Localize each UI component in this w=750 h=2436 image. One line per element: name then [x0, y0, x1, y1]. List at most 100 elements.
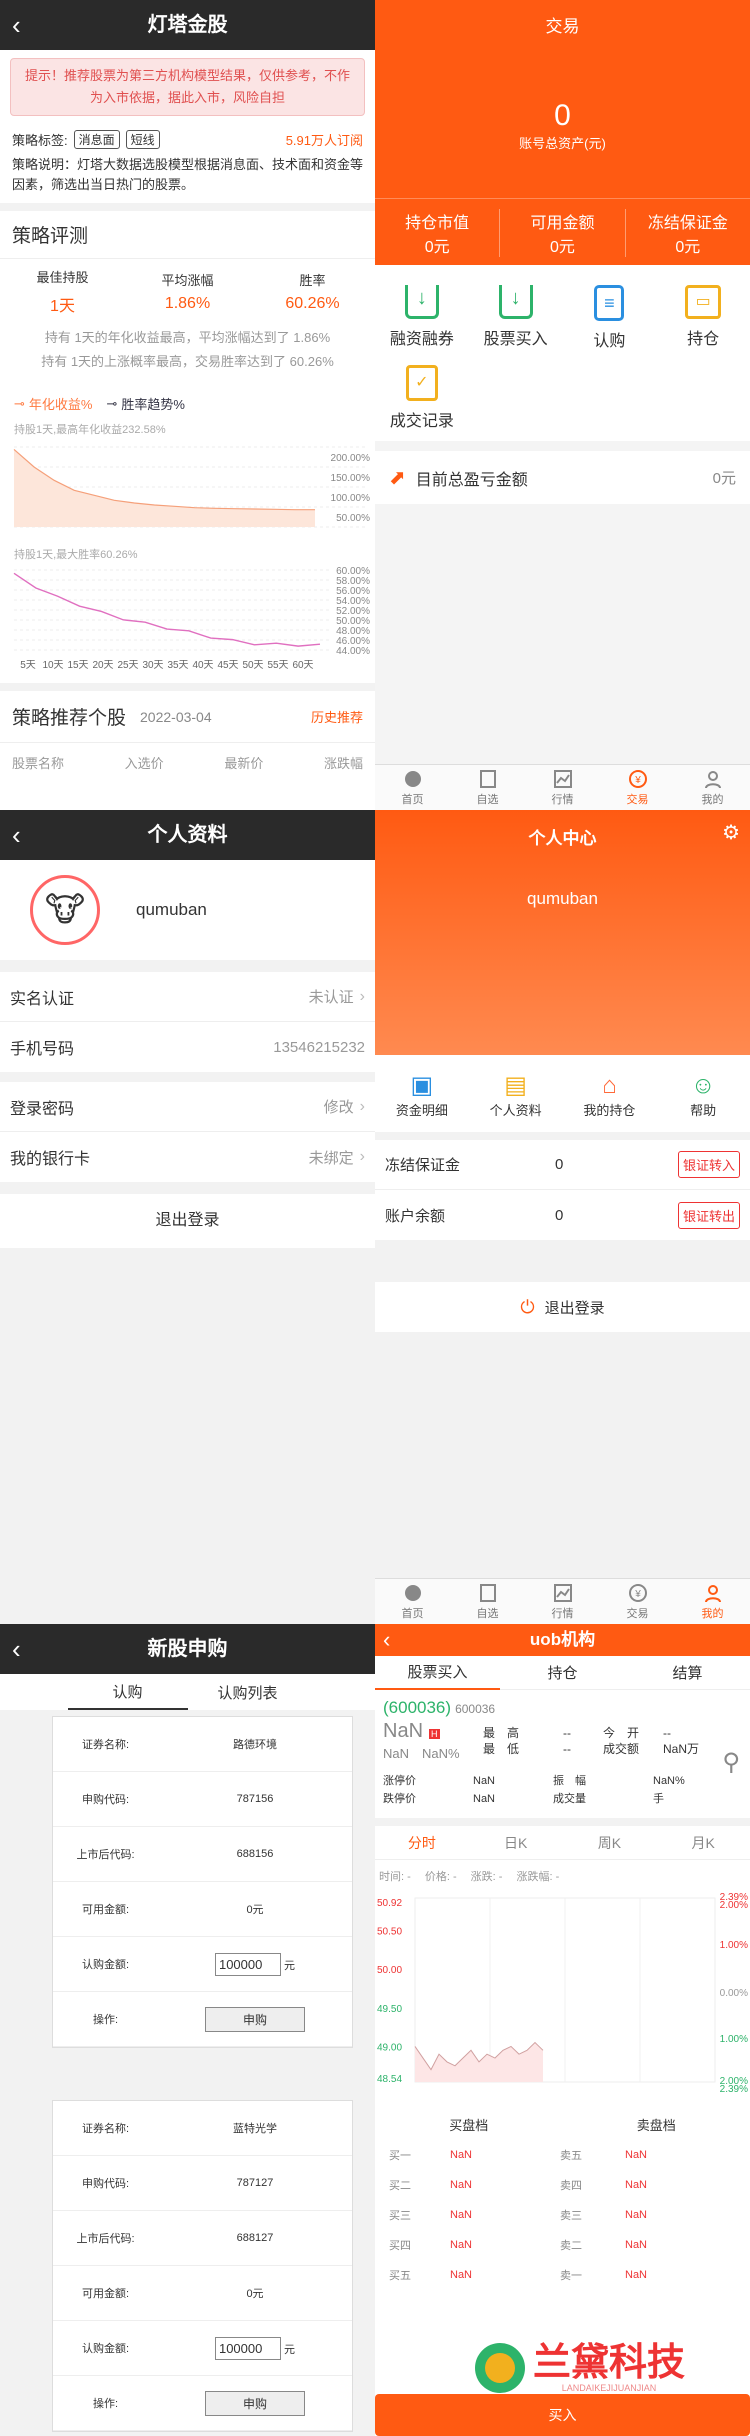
- x-tick-label: 40天: [192, 660, 213, 671]
- menu-margin[interactable]: ↓ 融资融券: [375, 285, 469, 351]
- row-value: 0: [555, 1156, 564, 1173]
- row-label: 账户余额: [385, 1207, 446, 1225]
- menu-holdings[interactable]: ⌂ 我的持仓: [563, 1072, 657, 1120]
- tab-home[interactable]: 首页: [375, 765, 450, 810]
- menu-subscribe[interactable]: ≡ 认购: [563, 285, 657, 351]
- user-icon: [704, 1585, 721, 1603]
- tab-buy[interactable]: 股票买入: [375, 1655, 500, 1690]
- tag[interactable]: 消息面: [73, 130, 120, 149]
- transfer-in-button[interactable]: 银证转入: [677, 1151, 740, 1178]
- stock-price: NaN: [383, 1720, 424, 1742]
- asset-value: 0元: [675, 239, 701, 256]
- tab-market[interactable]: 行情: [525, 1579, 600, 1624]
- bid-level: 买一: [389, 2150, 411, 2162]
- trade-panel: 交易 0 账号总资产(元) 持仓市值 0元 可用金额 0元 冻结保证金 0元 ↓ 融资融…: [375, 0, 750, 810]
- legend-icon: ⊸: [14, 395, 25, 411]
- field-label: 申购代码:: [81, 2178, 130, 2190]
- transfer-out-button[interactable]: 银证转出: [677, 1201, 740, 1229]
- chevron-right-icon: ›: [359, 1148, 365, 1165]
- profile-row[interactable]: 我的银行卡 未绑定 ›: [0, 1132, 375, 1182]
- x-tick-label: 20天: [92, 660, 113, 671]
- ask-level: 卖三: [560, 2210, 582, 2222]
- tab-intraday[interactable]: 分时: [375, 1833, 469, 1853]
- pct-tick-label: 2.39%: [720, 2084, 748, 2092]
- tab-watchlist[interactable]: 自选: [450, 1579, 525, 1624]
- field-value: 688156: [236, 1848, 274, 1860]
- menu-holdings[interactable]: ▭ 持仓: [656, 285, 750, 351]
- legend-item[interactable]: 年化收益%: [29, 394, 93, 413]
- tab-monthly[interactable]: 月K: [656, 1833, 750, 1853]
- field-label: 操作:: [92, 2398, 119, 2410]
- y-tick-label: 50.00%: [336, 513, 370, 524]
- tab-label: 交易: [626, 794, 649, 806]
- username: qumuban: [136, 900, 207, 919]
- ask-price: NaN: [625, 2149, 648, 2161]
- profile-row[interactable]: 登录密码 修改 ›: [0, 1082, 375, 1132]
- menu-buy[interactable]: ↓ 股票买入: [469, 285, 563, 351]
- logout-button[interactable]: 退出登录: [0, 1194, 375, 1248]
- tab-label: 自选: [476, 1608, 499, 1620]
- legend-item[interactable]: 胜率趋势%: [121, 394, 185, 413]
- tab-watchlist[interactable]: 自选: [450, 765, 525, 810]
- ipo-field: 上市后代码: 688156: [53, 1827, 352, 1882]
- x-tick-label: 5天: [20, 660, 36, 671]
- tab-trade[interactable]: ¥ 交易: [600, 765, 675, 810]
- subscribe-button[interactable]: 申购: [205, 2006, 305, 2032]
- document-check-icon: ✓: [405, 365, 438, 401]
- tab-trade[interactable]: ¥ 交易: [600, 1579, 675, 1624]
- amount-input[interactable]: 100000: [214, 2336, 281, 2360]
- chart-icon: [553, 1584, 572, 1602]
- back-icon[interactable]: ‹: [12, 0, 21, 50]
- clipboard-icon: ≡: [594, 285, 625, 321]
- back-icon[interactable]: ‹: [12, 1624, 21, 1674]
- tag[interactable]: 短线: [125, 130, 160, 149]
- menu-funds[interactable]: ▣ 资金明细: [375, 1071, 469, 1120]
- order-book-row: 买二 NaN 卖四 NaN: [375, 2170, 750, 2200]
- chart-icon: [553, 770, 572, 788]
- ipo-card: 证券名称: 蓝特光学 申购代码: 787127 上市后代码: 688127 可用金额: 0元认…: [52, 2100, 353, 2432]
- user-center-panel: 个人中心 ⚙ qumuban ▣ 资金明细 ▤ 个人资料 ⌂ 我的持仓 ☺ 帮助 冻结保…: [375, 810, 750, 1624]
- download-icon: ↓: [498, 285, 533, 319]
- stat-value: 1.86%: [164, 295, 211, 312]
- field-value: 0元: [246, 2288, 264, 2300]
- back-icon[interactable]: ‹: [12, 810, 21, 860]
- help-icon: ☺: [690, 1071, 716, 1099]
- field-label: 可用金额:: [81, 1904, 130, 1916]
- pct-tick-label: 1.00%: [720, 2034, 748, 2045]
- history-link[interactable]: 历史推荐: [311, 707, 363, 726]
- order-book-row: 买四 NaN 卖二 NaN: [375, 2230, 750, 2260]
- search-icon[interactable]: ⚲: [722, 1748, 740, 1777]
- logout-button[interactable]: ⏻ 退出登录: [375, 1282, 750, 1332]
- svg-text:¥: ¥: [634, 775, 641, 786]
- amount-input[interactable]: 100000: [214, 1952, 281, 1976]
- row-label: 登录密码: [10, 1100, 75, 1118]
- profile-row[interactable]: 实名认证 未认证 ›: [0, 972, 375, 1022]
- tab-home[interactable]: 首页: [375, 1579, 450, 1624]
- svg-text:¥: ¥: [634, 1589, 641, 1600]
- x-tick-label: 30天: [142, 660, 163, 671]
- tab-subscribe[interactable]: 认购: [67, 1675, 188, 1710]
- ipo-field: 操作: 申购: [53, 1992, 352, 2047]
- tab-mine[interactable]: 我的: [675, 765, 750, 810]
- intraday-chart: 50.92 50.50 50.00 49.50 49.00 48.54 2.39% 2.00%…: [377, 1892, 748, 2095]
- menu-help[interactable]: ☺ 帮助: [656, 1072, 750, 1120]
- section-title: 策略推荐个股: [12, 708, 127, 729]
- gear-icon[interactable]: ⚙: [722, 820, 740, 845]
- tab-market[interactable]: 行情: [525, 765, 600, 810]
- ipo-field: 操作: 申购: [53, 2376, 352, 2431]
- tab-daily[interactable]: 日K: [469, 1833, 563, 1853]
- field-value: 787127: [236, 2177, 274, 2189]
- subscribe-button[interactable]: 申购: [205, 2390, 305, 2416]
- tab-settlement[interactable]: 结算: [625, 1662, 750, 1683]
- buy-button[interactable]: 买入: [375, 2394, 750, 2436]
- row-label: 实名认证: [10, 990, 75, 1008]
- tab-mine[interactable]: 我的: [675, 1579, 750, 1624]
- back-icon[interactable]: ‹: [383, 1624, 390, 1656]
- tab-subscribe-list[interactable]: 认购列表: [188, 1676, 308, 1709]
- tab-holdings[interactable]: 持仓: [500, 1662, 625, 1683]
- menu-profile[interactable]: ▤ 个人资料: [469, 1071, 563, 1120]
- menu-records[interactable]: ✓ 成交记录: [375, 365, 469, 431]
- menu-label: 我的持仓: [583, 1102, 636, 1118]
- stock-code-small: 600036: [455, 1702, 496, 1716]
- tab-weekly[interactable]: 周K: [563, 1833, 657, 1853]
